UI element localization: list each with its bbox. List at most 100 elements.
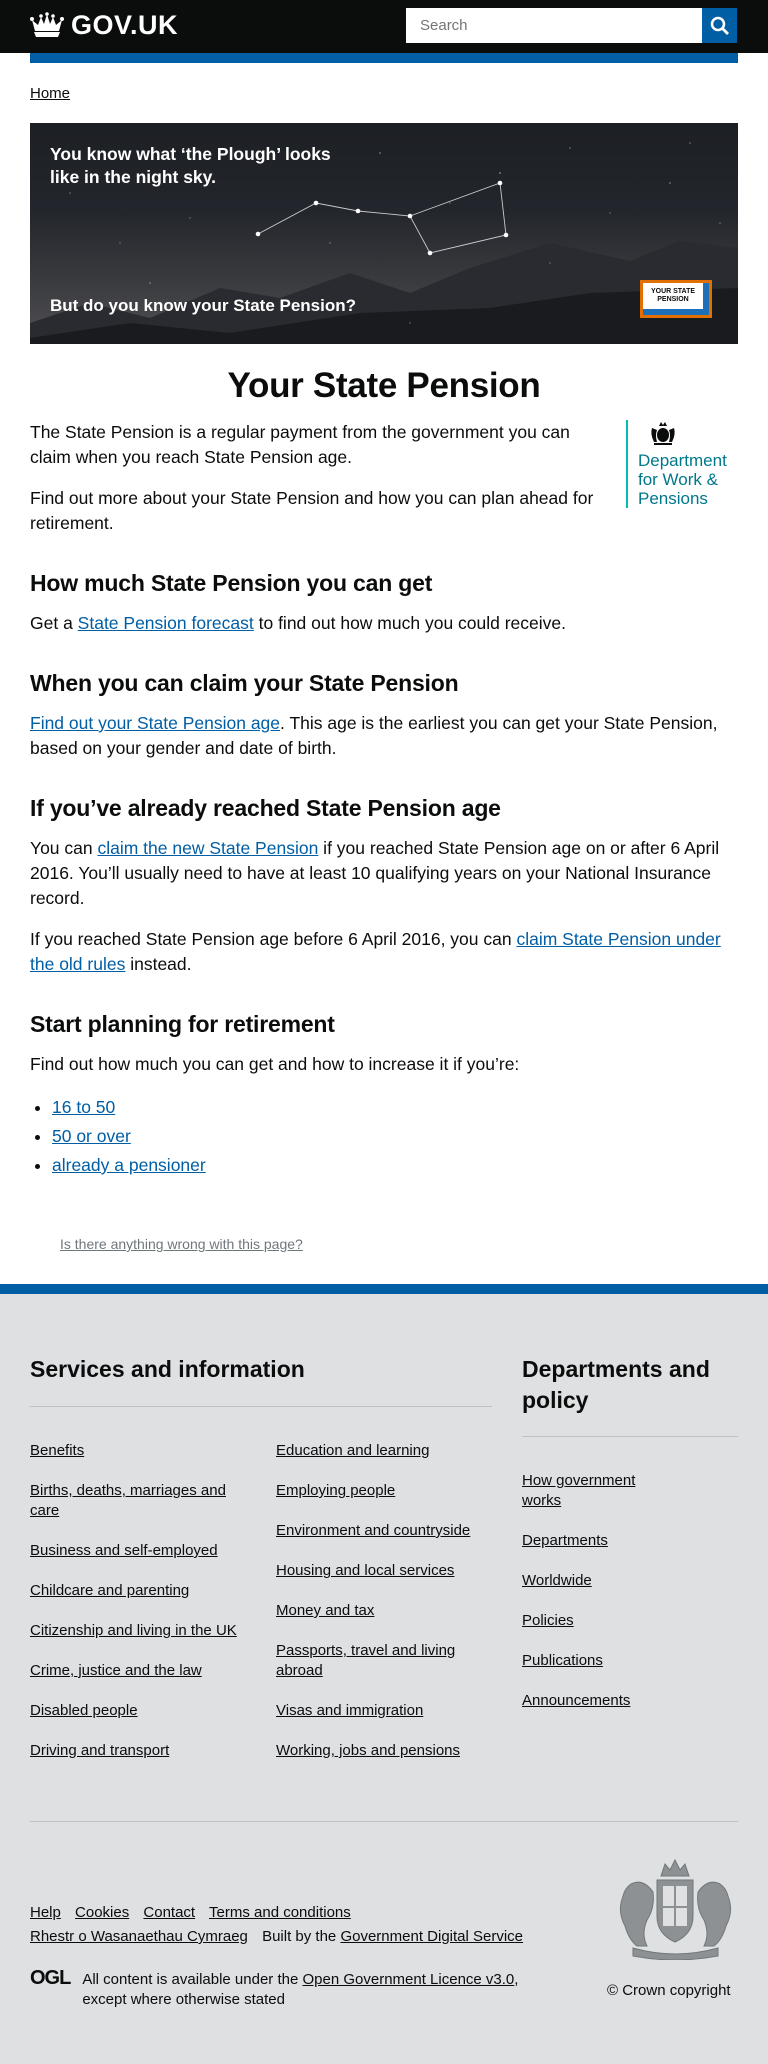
govuk-logo-link[interactable]: GOV.UK bbox=[30, 10, 178, 41]
footer-link-business[interactable]: Business and self-employed bbox=[30, 1542, 218, 1559]
list-item: Visas and immigration bbox=[276, 1701, 486, 1721]
gds-link[interactable]: Government Digital Service bbox=[340, 1928, 523, 1945]
footer-link-money[interactable]: Money and tax bbox=[276, 1602, 374, 1619]
list-item: 50 or over bbox=[52, 1122, 738, 1151]
page-title: Your State Pension bbox=[227, 366, 541, 405]
footer-link-announcements[interactable]: Announcements bbox=[522, 1692, 630, 1709]
services-divider bbox=[30, 1406, 492, 1407]
footer-link-driving[interactable]: Driving and transport bbox=[30, 1742, 169, 1759]
reached-p1-pre: You can bbox=[30, 838, 98, 858]
when-heading: When you can claim your State Pension bbox=[30, 670, 459, 696]
footer-link-how-government-works[interactable]: How government works bbox=[522, 1472, 635, 1509]
dwp-line-1: Department bbox=[638, 451, 727, 470]
footer-link-employing[interactable]: Employing people bbox=[276, 1482, 395, 1499]
services-title: Services and information bbox=[30, 1356, 305, 1382]
help-link[interactable]: Help bbox=[30, 1904, 61, 1921]
footer-link-crime[interactable]: Crime, justice and the law bbox=[30, 1662, 202, 1679]
footer-link-benefits[interactable]: Benefits bbox=[30, 1442, 84, 1459]
crown-copyright-link[interactable]: © Crown copyright bbox=[607, 1982, 731, 1999]
services-list-col1: Benefits Births, deaths, marriages and c… bbox=[30, 1441, 245, 1781]
state-pension-age-link[interactable]: Find out your State Pension age bbox=[30, 713, 280, 733]
intro: The State Pension is a regular payment f… bbox=[30, 420, 738, 536]
search-button[interactable] bbox=[702, 8, 737, 43]
list-item: Business and self-employed bbox=[30, 1541, 245, 1561]
departments-divider bbox=[522, 1436, 738, 1437]
search-form bbox=[406, 8, 737, 43]
footer-meta-links: Help Cookies Contact Terms and condition… bbox=[30, 1901, 533, 1949]
intro-paragraph-1: The State Pension is a regular payment f… bbox=[30, 422, 570, 467]
crown-icon bbox=[30, 11, 64, 37]
link-already-a-pensioner[interactable]: already a pensioner bbox=[52, 1155, 206, 1175]
how-much-heading: How much State Pension you can get bbox=[30, 570, 433, 596]
list-item: Publications bbox=[522, 1651, 672, 1671]
dwp-line-2: for Work & bbox=[638, 470, 718, 489]
badge-line2: PENSION bbox=[657, 296, 689, 303]
breadcrumb-home-link[interactable]: Home bbox=[30, 85, 70, 102]
list-item: Announcements bbox=[522, 1691, 672, 1711]
footer-link-births[interactable]: Births, deaths, marriages and care bbox=[30, 1482, 226, 1519]
how-much-paragraph: Get a State Pension forecast to find out… bbox=[30, 611, 738, 636]
licence: OGL All content is available under the O… bbox=[30, 1968, 552, 2010]
footer-link-working[interactable]: Working, jobs and pensions bbox=[276, 1742, 460, 1759]
list-item: already a pensioner bbox=[52, 1151, 738, 1180]
footer-link-environment[interactable]: Environment and countryside bbox=[276, 1522, 470, 1539]
footer-link-childcare[interactable]: Childcare and parenting bbox=[30, 1582, 189, 1599]
link-50-or-over[interactable]: 50 or over bbox=[52, 1126, 131, 1146]
planning-heading: Start planning for retirement bbox=[30, 1011, 335, 1037]
crown-copyright: © Crown copyright bbox=[607, 1982, 731, 1999]
hero-bottom-text: But do you know your State Pension? bbox=[50, 296, 357, 315]
list-item: Employing people bbox=[276, 1481, 486, 1501]
footer-meta-divider bbox=[30, 1821, 738, 1822]
state-pension-forecast-link[interactable]: State Pension forecast bbox=[78, 613, 254, 633]
list-item: Crime, justice and the law bbox=[30, 1661, 245, 1681]
departments-list: How government works Departments Worldwi… bbox=[522, 1471, 672, 1731]
welsh-services-link[interactable]: Rhestr o Wasanaethau Cymraeg bbox=[30, 1928, 248, 1945]
main-content: Home You know what ‘the Plough’ looks li… bbox=[0, 63, 768, 1284]
footer-link-departments[interactable]: Departments bbox=[522, 1532, 608, 1549]
logo-text: GOV.UK bbox=[71, 10, 179, 40]
reached-paragraph-2: If you reached State Pension age before … bbox=[30, 927, 738, 977]
list-item: Housing and local services bbox=[276, 1561, 486, 1581]
footer-link-visas[interactable]: Visas and immigration bbox=[276, 1702, 423, 1719]
terms-link[interactable]: Terms and conditions bbox=[209, 1904, 351, 1921]
breadcrumb: Home bbox=[30, 63, 738, 123]
how-much-text-pre: Get a bbox=[30, 613, 78, 633]
footer-link-citizenship[interactable]: Citizenship and living in the UK bbox=[30, 1622, 237, 1639]
reached-paragraph-1: You can claim the new State Pension if y… bbox=[30, 836, 738, 911]
intro-paragraph-2: Find out more about your State Pension a… bbox=[30, 488, 594, 533]
footer-link-worldwide[interactable]: Worldwide bbox=[522, 1572, 592, 1589]
list-item: Money and tax bbox=[276, 1601, 486, 1621]
search-input[interactable] bbox=[406, 8, 702, 43]
royal-crest-icon bbox=[651, 422, 675, 445]
footer-link-disabled[interactable]: Disabled people bbox=[30, 1702, 138, 1719]
built-by-text: Built by the bbox=[262, 1928, 341, 1945]
reached-p2-pre: If you reached State Pension age before … bbox=[30, 929, 517, 949]
list-item: Worldwide bbox=[522, 1571, 672, 1591]
list-item: Citizenship and living in the UK bbox=[30, 1621, 245, 1641]
footer-link-passports[interactable]: Passports, travel and living abroad bbox=[276, 1642, 455, 1679]
ogl-licence-link[interactable]: Open Government Licence v3.0 bbox=[302, 1971, 514, 1988]
footer-link-policies[interactable]: Policies bbox=[522, 1612, 574, 1629]
header-strip-wrap bbox=[0, 53, 768, 63]
list-item: Passports, travel and living abroad bbox=[276, 1641, 486, 1681]
footer-link-publications[interactable]: Publications bbox=[522, 1652, 603, 1669]
report-problem: Is there anything wrong with this page? bbox=[30, 1180, 738, 1284]
link-16-to-50[interactable]: 16 to 50 bbox=[52, 1097, 115, 1117]
footer-link-education[interactable]: Education and learning bbox=[276, 1442, 429, 1459]
list-item: Births, deaths, marriages and care bbox=[30, 1481, 245, 1521]
contact-link[interactable]: Contact bbox=[143, 1904, 195, 1921]
list-item: Driving and transport bbox=[30, 1741, 245, 1761]
list-item: Education and learning bbox=[276, 1441, 486, 1461]
dwp-logo[interactable]: Department for Work & Pensions bbox=[626, 420, 727, 508]
footer-link-housing[interactable]: Housing and local services bbox=[276, 1562, 454, 1579]
reached-p2-post: instead. bbox=[125, 954, 192, 974]
list-item: Departments bbox=[522, 1531, 672, 1551]
header-blue-strip bbox=[30, 53, 738, 63]
hero-banner: You know what ‘the Plough’ looks like in… bbox=[30, 123, 738, 344]
ogl-logo[interactable]: OGL bbox=[30, 1968, 71, 2010]
report-problem-link[interactable]: Is there anything wrong with this page? bbox=[60, 1236, 303, 1252]
list-item: Working, jobs and pensions bbox=[276, 1741, 486, 1761]
dwp-line-3: Pensions bbox=[638, 489, 708, 508]
cookies-link[interactable]: Cookies bbox=[75, 1904, 129, 1921]
claim-new-state-pension-link[interactable]: claim the new State Pension bbox=[97, 838, 318, 858]
